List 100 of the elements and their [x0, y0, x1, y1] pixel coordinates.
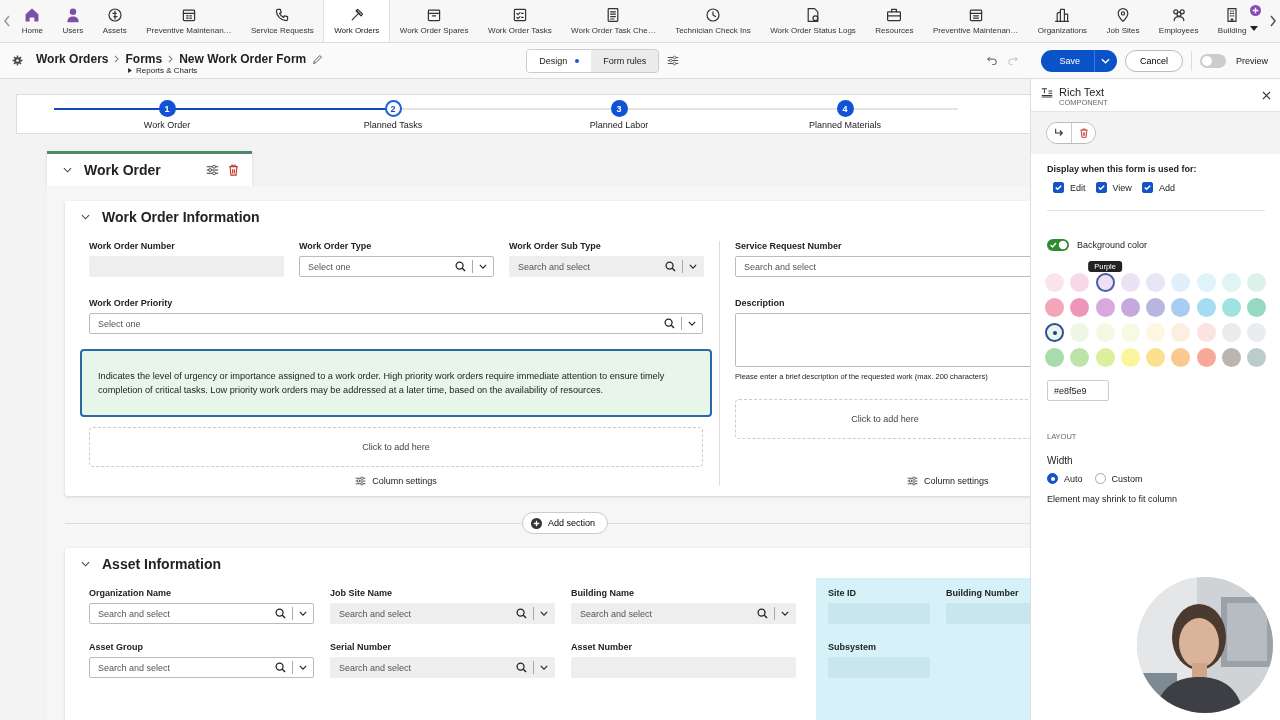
color-swatch[interactable] — [1146, 273, 1166, 292]
color-swatch[interactable] — [1070, 348, 1090, 367]
step-label[interactable]: Planned Labor — [589, 120, 649, 130]
step-number[interactable]: 1 — [158, 100, 176, 117]
subtitle-link[interactable]: Reports & Charts — [136, 66, 198, 75]
color-swatch[interactable] — [1045, 273, 1064, 292]
color-swatch[interactable] — [1095, 298, 1115, 317]
step-label[interactable]: Planned Tasks — [363, 120, 423, 130]
color-swatch[interactable] — [1120, 348, 1140, 367]
color-swatch[interactable] — [1045, 298, 1064, 317]
select-field[interactable]: Search and select — [89, 603, 314, 624]
color-swatch[interactable] — [1070, 273, 1090, 292]
settings-icon[interactable] — [12, 55, 23, 66]
nav-tab[interactable]: Work Order Task Che… — [561, 0, 666, 42]
cancel-button[interactable]: Cancel — [1124, 49, 1183, 72]
color-swatch[interactable] — [1095, 348, 1115, 367]
delete-button[interactable] — [1071, 123, 1095, 143]
color-swatch[interactable] — [1222, 298, 1242, 317]
caret-icon[interactable] — [299, 665, 307, 670]
nav-tab[interactable]: Preventive Maintenan… — [923, 0, 1029, 42]
color-swatch[interactable] — [1247, 273, 1267, 292]
color-swatch[interactable] — [1222, 348, 1242, 367]
sliders-icon[interactable] — [206, 164, 219, 176]
save-options-button[interactable] — [1094, 49, 1117, 72]
pencil-icon[interactable] — [312, 53, 324, 65]
checkbox[interactable] — [1141, 182, 1153, 193]
column-settings-button[interactable]: Column settings — [355, 476, 437, 486]
color-swatch[interactable] — [1120, 273, 1140, 292]
color-swatch[interactable] — [1196, 273, 1216, 292]
save-button[interactable]: Save — [1041, 49, 1095, 72]
mode-tab[interactable]: Design — [527, 49, 592, 72]
checkbox[interactable] — [1095, 182, 1107, 193]
breadcrumb-link[interactable]: Work Orders — [36, 52, 109, 66]
color-swatch[interactable] — [1171, 323, 1191, 342]
nav-tab[interactable]: Employees — [1149, 0, 1209, 42]
text-area[interactable] — [735, 313, 1030, 367]
nav-tab[interactable]: Preventive Maintenan… — [136, 0, 242, 42]
nav-tab[interactable]: Work Order Spares — [390, 0, 479, 42]
caret-icon[interactable] — [299, 611, 307, 616]
rich-text-block[interactable]: Indicates the level of urgency or importance assigned to a work order. High priority work orders require immediate attention to ensure timely completion of critical tasks. Low priority work orders may be addressed at a later time, based on the availability of resources. — [80, 349, 712, 417]
color-swatch[interactable] — [1045, 348, 1064, 367]
trash-icon[interactable] — [227, 164, 240, 176]
nav-tab[interactable]: Service Requests — [241, 0, 324, 42]
search-icon[interactable] — [455, 261, 466, 272]
step-label[interactable]: Work Order — [143, 120, 191, 130]
color-swatch[interactable] — [1070, 298, 1090, 317]
color-swatch[interactable] — [1146, 348, 1166, 367]
color-swatch[interactable] — [1222, 273, 1242, 292]
step-label[interactable]: Planned Materials — [808, 120, 881, 130]
color-swatch[interactable] — [1247, 348, 1267, 367]
background-toggle[interactable] — [1047, 239, 1069, 251]
collapse-icon[interactable] — [81, 561, 90, 567]
select-field[interactable]: Select one — [299, 256, 494, 277]
color-swatch[interactable] — [1171, 273, 1191, 292]
nav-tab[interactable]: Home — [12, 0, 53, 42]
add-section-button[interactable]: Add section — [522, 512, 608, 534]
preview-toggle[interactable] — [1200, 53, 1226, 68]
caret-icon[interactable] — [1250, 26, 1259, 31]
scroll-right-icon[interactable] — [1269, 14, 1278, 28]
expand-icon[interactable] — [128, 68, 132, 73]
color-swatch[interactable] — [1247, 298, 1267, 317]
nav-tab[interactable]: Resources — [865, 0, 924, 42]
color-swatch[interactable] — [1146, 298, 1166, 317]
radio-button[interactable] — [1047, 473, 1058, 484]
scroll-left-icon[interactable] — [3, 14, 11, 28]
color-swatch[interactable] — [1070, 323, 1090, 342]
input-field[interactable]: Search and select — [735, 256, 1030, 277]
color-swatch[interactable] — [1171, 298, 1191, 317]
checkbox[interactable] — [1053, 182, 1064, 193]
nav-tab[interactable]: Organizations — [1028, 0, 1097, 42]
color-swatch[interactable] — [1171, 348, 1191, 367]
select-field[interactable]: Search and select — [89, 657, 314, 678]
breadcrumb-link[interactable]: Forms — [125, 52, 163, 66]
step-number[interactable]: 3 — [610, 100, 628, 117]
nav-tab[interactable]: Technician Check Ins — [665, 0, 761, 42]
color-swatch[interactable] — [1045, 323, 1064, 342]
sliders-icon[interactable] — [667, 55, 680, 66]
collapse-icon[interactable] — [81, 214, 90, 220]
color-swatch[interactable] — [1196, 323, 1216, 342]
step-number[interactable]: 4 — [836, 100, 854, 117]
collapse-icon[interactable] — [63, 167, 72, 173]
search-icon[interactable] — [275, 608, 286, 619]
color-swatch[interactable] — [1196, 298, 1216, 317]
add-icon[interactable] — [1250, 5, 1262, 16]
nav-tab[interactable]: Job Sites — [1096, 0, 1150, 42]
color-swatch[interactable] — [1095, 273, 1115, 292]
color-swatch[interactable] — [1146, 323, 1166, 342]
drop-zone[interactable]: Click to add here — [89, 427, 703, 467]
column-settings-button[interactable]: Column settings — [907, 476, 989, 486]
search-icon[interactable] — [275, 662, 286, 673]
color-swatch[interactable] — [1120, 298, 1140, 317]
undo-icon[interactable] — [987, 56, 998, 65]
nav-tab[interactable]: Work Order Status Logs — [760, 0, 866, 42]
color-swatch[interactable] — [1095, 323, 1115, 342]
group-tab[interactable]: Work Order — [47, 151, 252, 186]
nav-tab[interactable]: Building — [1208, 0, 1257, 42]
search-icon[interactable] — [664, 318, 675, 329]
nav-tab[interactable]: Work Order Tasks — [478, 0, 562, 42]
step-number[interactable]: 2 — [384, 100, 402, 117]
nav-tab[interactable]: Work Orders — [323, 0, 391, 42]
